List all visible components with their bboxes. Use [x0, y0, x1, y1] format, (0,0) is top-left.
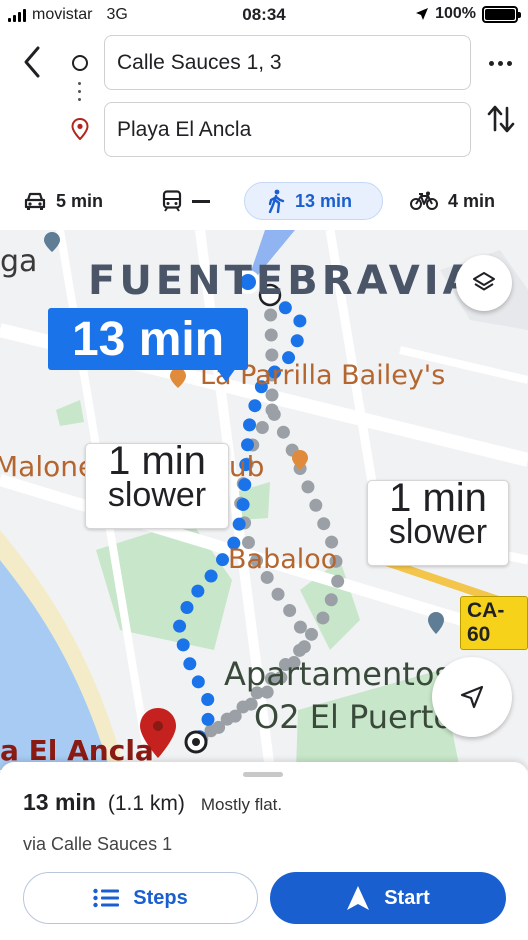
route-via: via Calle Sauces 1 — [23, 834, 173, 854]
route-terrain: Mostly flat. — [200, 795, 283, 814]
map-label-poi[interactable]: Apartamentos — [224, 655, 451, 693]
route-summary: 13 min (1.1 km) Mostly flat. — [23, 789, 282, 816]
alt-route-badge[interactable]: 1 min slower — [85, 439, 229, 529]
walk-icon — [268, 189, 285, 213]
alt-route-time: 1 min — [108, 439, 206, 483]
tab-driving[interactable]: 5 min — [24, 182, 103, 220]
route-dots-icon — [78, 82, 82, 106]
driving-time: 5 min — [56, 190, 104, 211]
route-duration-text: 13 min — [71, 312, 225, 366]
recenter-button[interactable] — [432, 657, 512, 737]
tab-transit[interactable] — [162, 182, 210, 220]
map-label-edge: ga — [0, 244, 38, 279]
destination-input[interactable]: Playa El Ancla — [104, 102, 471, 157]
alt-route-badge[interactable]: 1 min slower — [367, 476, 509, 566]
map-view[interactable]: ga FUENTEBRAVIA La Parrilla Bailey's Mal… — [0, 230, 528, 770]
sheet-drag-handle[interactable] — [243, 772, 283, 777]
walking-time: 13 min — [295, 190, 353, 211]
location-arrow-icon — [416, 8, 429, 20]
transit-icon — [162, 190, 182, 212]
swap-direction-icon[interactable] — [486, 102, 516, 136]
steps-label: Steps — [133, 886, 188, 909]
bike-icon — [410, 191, 438, 210]
status-bar: movistar 3G 08:34 100% — [0, 0, 528, 30]
tab-walking[interactable]: 13 min — [244, 182, 383, 220]
layers-button[interactable] — [456, 255, 512, 311]
list-icon — [93, 888, 120, 908]
map-label-poi[interactable]: O2 El Puerto — [254, 698, 453, 736]
travel-mode-tabs: 5 min 13 min 4 min — [0, 175, 528, 227]
map-label-poi[interactable]: Babaloo — [228, 544, 337, 575]
navigation-arrow-icon — [460, 685, 484, 709]
transit-unavailable-dash — [192, 199, 210, 203]
layers-icon — [473, 272, 495, 291]
navigation-start-icon — [347, 886, 370, 910]
alt-route-compare: slower — [107, 476, 207, 514]
tab-cycling[interactable]: 4 min — [410, 182, 495, 220]
origin-circle-icon — [72, 55, 88, 71]
start-label: Start — [384, 886, 430, 909]
more-options-button[interactable] — [486, 52, 514, 74]
place-pin-icon — [428, 612, 444, 634]
restaurant-pin-icon — [170, 368, 186, 388]
battery-icon — [482, 5, 521, 23]
destination-pin-icon — [71, 118, 89, 140]
steps-button[interactable]: Steps — [23, 872, 258, 924]
car-icon — [24, 192, 46, 210]
cycling-time: 4 min — [448, 190, 496, 211]
route-duration-badge[interactable]: 13 min — [48, 308, 248, 382]
alt-route-time: 1 min — [389, 476, 487, 520]
battery-percent: 100% — [435, 5, 476, 22]
map-label-neighborhood: FUENTEBRAVIA — [88, 258, 478, 304]
start-button[interactable]: Start — [270, 872, 506, 924]
route-duration: 13 min — [23, 789, 96, 815]
park-area — [56, 400, 84, 426]
place-pin-icon — [44, 232, 60, 252]
road-number-badge: CA-60 — [460, 596, 528, 650]
origin-input[interactable]: Calle Sauces 1, 3 — [104, 35, 471, 90]
route-summary-sheet: 13 min (1.1 km) Mostly flat. via Calle S… — [0, 762, 528, 940]
route-distance: (1.1 km) — [107, 792, 185, 815]
back-button[interactable] — [18, 44, 46, 80]
alt-route-compare: slower — [388, 513, 488, 551]
